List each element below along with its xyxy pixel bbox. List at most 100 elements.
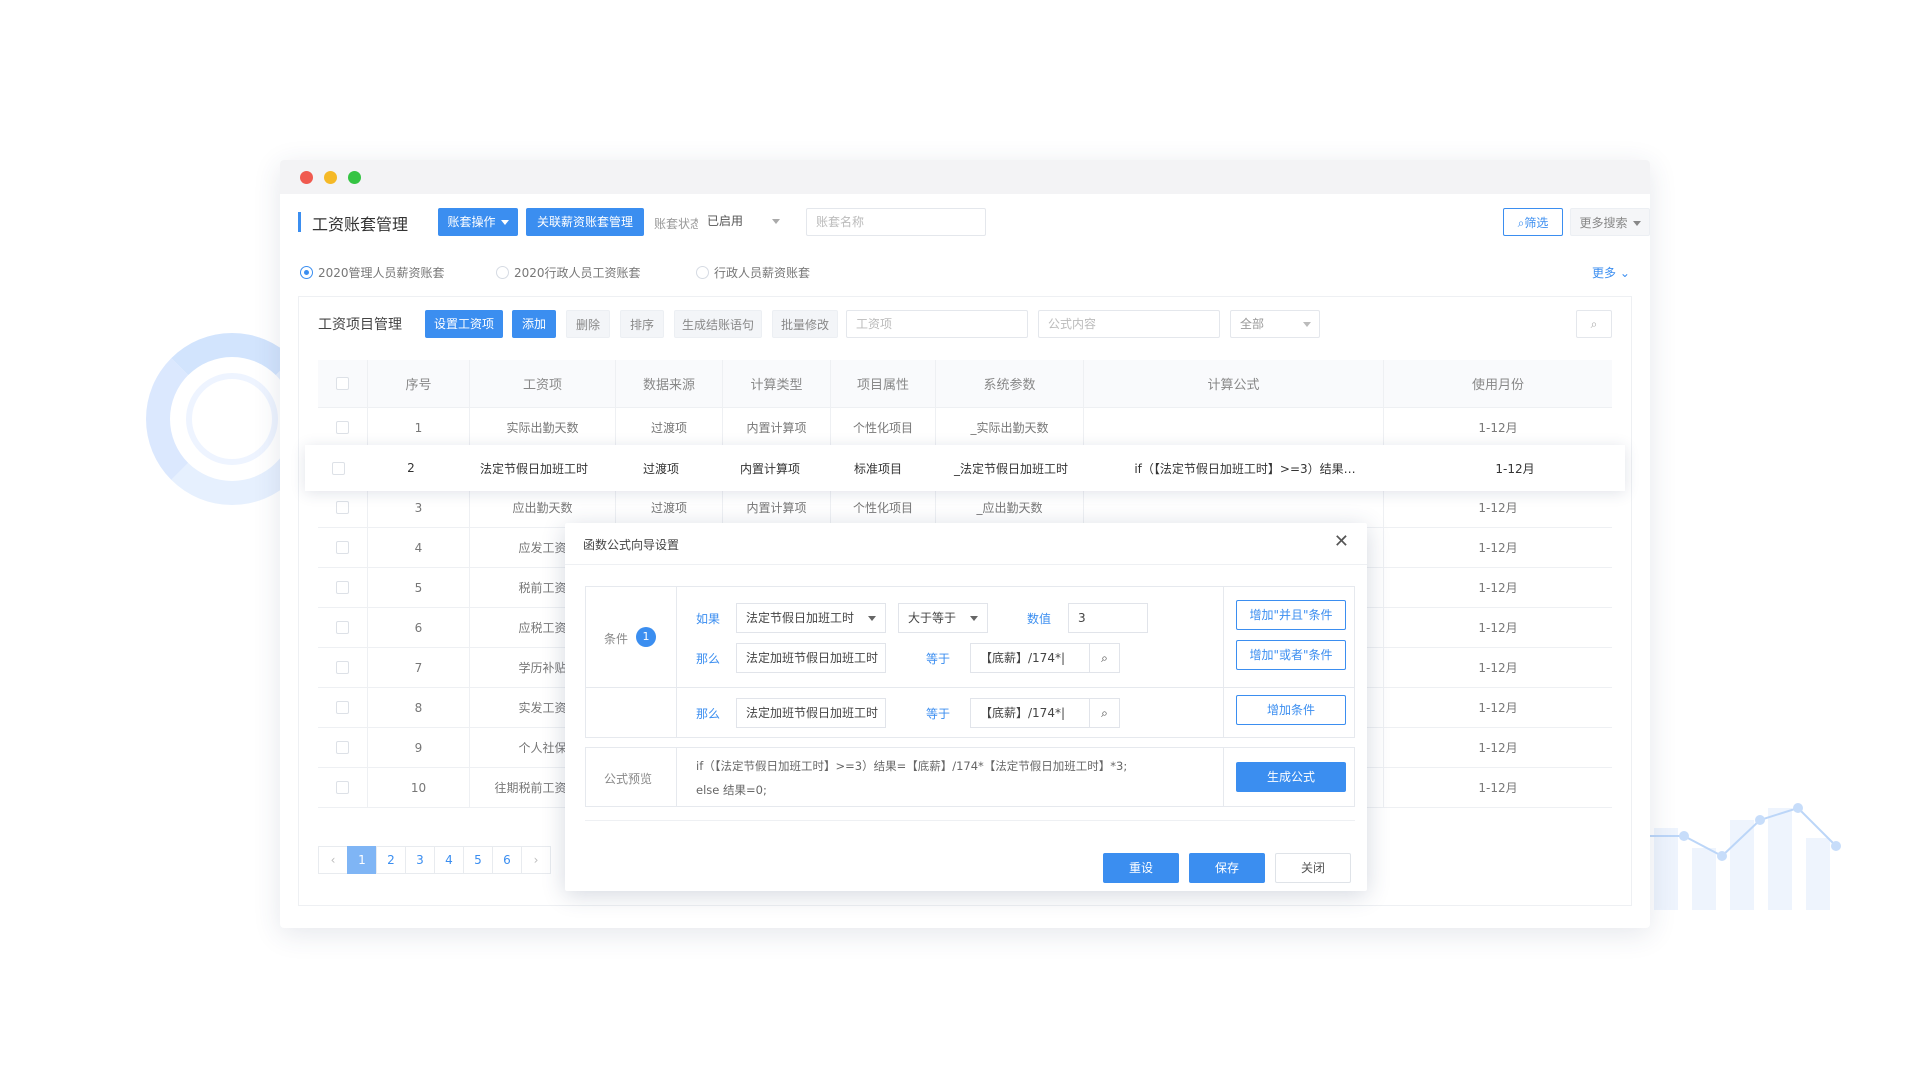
table-cell [1084,408,1384,447]
table-cell: 1-12月 [1384,568,1612,607]
salary-item-input[interactable]: 工资项 [846,310,1028,338]
more-label: 更多 [1592,266,1616,280]
generate-formula-button[interactable]: 生成公式 [1236,762,1346,792]
add-condition-button[interactable]: 增加条件 [1236,695,1346,725]
set-operations-dropdown[interactable]: 账套操作 [438,208,518,236]
if-field-value: 法定节假日加班工时 [746,611,854,625]
salary-set-label: 行政人员薪资账套 [714,266,810,280]
sort-button[interactable]: 排序 [620,310,664,338]
column-header: 系统参数 [936,360,1084,407]
then-expression-value: 【底薪】/174*| [980,651,1065,665]
column-header: 数据来源 [616,360,723,407]
table-cell: 1-12月 [1384,488,1612,527]
table-cell: 1-12月 [1384,648,1612,687]
condition-label: 条件 [604,630,628,647]
set-operations-label: 账套操作 [447,215,495,229]
save-button[interactable]: 保存 [1189,853,1265,883]
select-all-checkbox[interactable] [336,377,349,390]
add-or-condition-button[interactable]: 增加"或者"条件 [1236,640,1346,670]
set-salary-item-button[interactable]: 设置工资项 [425,310,503,338]
page-button[interactable]: 3 [405,846,435,874]
page-button[interactable]: 5 [463,846,493,874]
row-checkbox[interactable] [336,621,349,634]
table-cell: 过渡项 [607,445,715,491]
table-cell: 10 [368,768,470,807]
table-row[interactable]: 3应出勤天数过渡项内置计算项个性化项目_应出勤天数1-12月 [318,488,1612,528]
value-label: 数值 [1027,610,1051,627]
search-icon[interactable]: ⌕ [1089,644,1119,672]
window-minimize-dot[interactable] [324,171,337,184]
search-icon[interactable]: ⌕ [1089,699,1119,727]
page-button[interactable]: 2 [376,846,406,874]
salary-set-option-2[interactable]: 2020行政人员工资账套 [496,264,641,282]
scope-select[interactable]: 全部 [1230,310,1320,338]
salary-set-option-1[interactable]: 2020管理人员薪资账套 [300,264,445,282]
set-name-input[interactable]: 账套名称 [806,208,986,236]
chevron-down-icon [772,219,780,224]
formula-wizard-dialog: 函数公式向导设置 ✕ 条件 1 如果 法定节假日加班工时 大于等于 数值 3 那… [565,523,1367,891]
table-row[interactable]: 1实际出勤天数过渡项内置计算项个性化项目_实际出勤天数1-12月 [318,408,1612,448]
row-checkbox[interactable] [336,741,349,754]
more-search-dropdown[interactable]: 更多搜索 [1570,208,1650,236]
column-header: 序号 [368,360,470,407]
add-and-condition-button[interactable]: 增加"并且"条件 [1236,600,1346,630]
close-button[interactable]: 关闭 [1275,853,1351,883]
row-checkbox[interactable] [336,701,349,714]
table-cell: _法定节假日加班工时 [931,445,1091,491]
dialog-title: 函数公式向导设置 [583,536,679,553]
row-checkbox[interactable] [332,462,345,475]
then-expression-input[interactable]: 【底薪】/174*| ⌕ [970,643,1120,673]
row-checkbox[interactable] [336,501,349,514]
row-checkbox-cell [318,528,368,567]
chevron-down-icon [868,616,876,621]
divider [676,587,677,737]
row-checkbox[interactable] [336,581,349,594]
table-cell [1084,488,1384,527]
prev-page-button[interactable]: ‹ [318,846,348,874]
next-page-button[interactable]: › [521,846,551,874]
page-button[interactable]: 6 [492,846,522,874]
linked-salary-sets-button[interactable]: 关联薪资账套管理 [526,208,644,236]
if-label: 如果 [696,610,720,627]
filter-label: 筛选 [1524,216,1548,230]
window-close-dot[interactable] [300,171,313,184]
divider [585,820,1355,821]
row-checkbox[interactable] [336,781,349,794]
row-checkbox[interactable] [336,421,349,434]
page-button[interactable]: 1 [347,846,377,874]
table-row-highlighted[interactable]: 2 法定节假日加班工时 过渡项 内置计算项 标准项目 _法定节假日加班工时 if… [305,445,1625,491]
divider [676,687,1354,688]
table-cell: 9 [368,728,470,767]
table-cell: 1-12月 [1384,528,1612,567]
formula-preview-box: 公式预览 if（【法定节假日加班工时】>=3）结果=【底薪】/174*【法定节假… [585,747,1355,807]
window-maximize-dot[interactable] [348,171,361,184]
formula-content-input[interactable]: 公式内容 [1038,310,1220,338]
divider [1223,748,1224,806]
add-button[interactable]: 添加 [512,310,556,338]
table-cell: 1-12月 [1384,688,1612,727]
operator-select[interactable]: 大于等于 [898,603,988,633]
salary-set-option-3[interactable]: 行政人员薪资账套 [696,264,810,282]
search-button[interactable]: ⌕ [1576,310,1612,338]
row-checkbox-cell [323,445,353,491]
if-field-select[interactable]: 法定节假日加班工时 [736,603,886,633]
row-checkbox[interactable] [336,541,349,554]
then-label: 那么 [696,650,720,667]
close-icon[interactable]: ✕ [1334,533,1349,551]
filter-button[interactable]: ⌕筛选 [1503,208,1563,236]
then-field-select[interactable]: 法定加班节假日加班工时 [736,643,886,673]
else-field-select[interactable]: 法定加班节假日加班工时 [736,698,886,728]
batch-edit-button[interactable]: 批量修改 [772,310,838,338]
more-sets-link[interactable]: 更多 ⌄ [1592,264,1630,282]
else-expression-input[interactable]: 【底薪】/174*|⌕ [970,698,1120,728]
delete-button[interactable]: 删除 [566,310,610,338]
decorative-chart [1640,780,1860,910]
page-button[interactable]: 4 [434,846,464,874]
reset-button[interactable]: 重设 [1103,853,1179,883]
page-title: 工资账套管理 [312,211,408,235]
generate-settlement-button[interactable]: 生成结账语句 [674,310,762,338]
status-select[interactable]: 已启用 [698,208,788,236]
value-input[interactable]: 3 [1068,603,1148,633]
column-header: 工资项 [470,360,616,407]
row-checkbox[interactable] [336,661,349,674]
